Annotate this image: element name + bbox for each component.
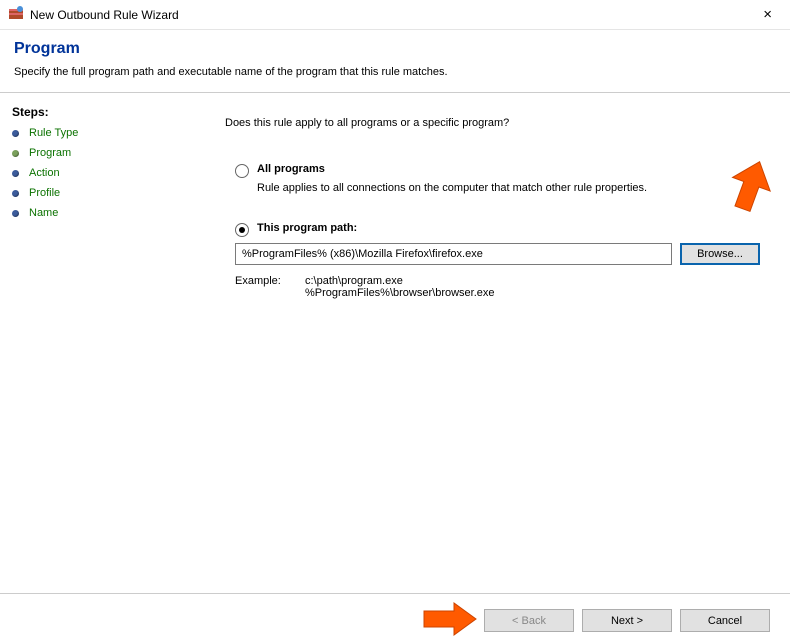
question-text: Does this rule apply to all programs or … [225, 117, 760, 129]
annotation-arrow-browse [720, 158, 780, 218]
browse-button[interactable]: Browse... [680, 243, 760, 265]
cancel-button[interactable]: Cancel [680, 609, 770, 632]
step-program[interactable]: Program [6, 143, 189, 163]
title-bar: New Outbound Rule Wizard × [0, 0, 790, 30]
steps-sidebar: Steps: Rule Type Program Action Profile … [0, 93, 195, 583]
footer-divider [0, 593, 790, 594]
step-profile[interactable]: Profile [6, 183, 189, 203]
back-button[interactable]: < Back [484, 609, 574, 632]
steps-title: Steps: [6, 101, 189, 123]
this-path-label: This program path: [257, 222, 357, 234]
firewall-icon [8, 5, 24, 24]
all-programs-label: All programs [257, 163, 325, 175]
window-title: New Outbound Rule Wizard [30, 8, 753, 22]
wizard-footer: < Back Next > Cancel [484, 609, 770, 632]
example-label: Example: [235, 275, 305, 299]
radio-this-program-path[interactable] [235, 223, 249, 237]
close-button[interactable]: × [753, 4, 782, 25]
page-subtitle: Specify the full program path and execut… [14, 66, 776, 78]
radio-all-programs[interactable] [235, 164, 249, 178]
step-rule-type[interactable]: Rule Type [6, 123, 189, 143]
annotation-arrow-next [420, 599, 480, 639]
next-button[interactable]: Next > [582, 609, 672, 632]
example-paths: c:\path\program.exe %ProgramFiles%\brows… [305, 275, 495, 299]
program-path-input[interactable] [235, 243, 672, 265]
all-programs-desc: Rule applies to all connections on the c… [257, 182, 760, 194]
main-panel: Does this rule apply to all programs or … [195, 93, 790, 583]
step-name[interactable]: Name [6, 203, 189, 223]
step-action[interactable]: Action [6, 163, 189, 183]
page-title: Program [14, 40, 776, 58]
wizard-header: Program Specify the full program path an… [0, 30, 790, 92]
